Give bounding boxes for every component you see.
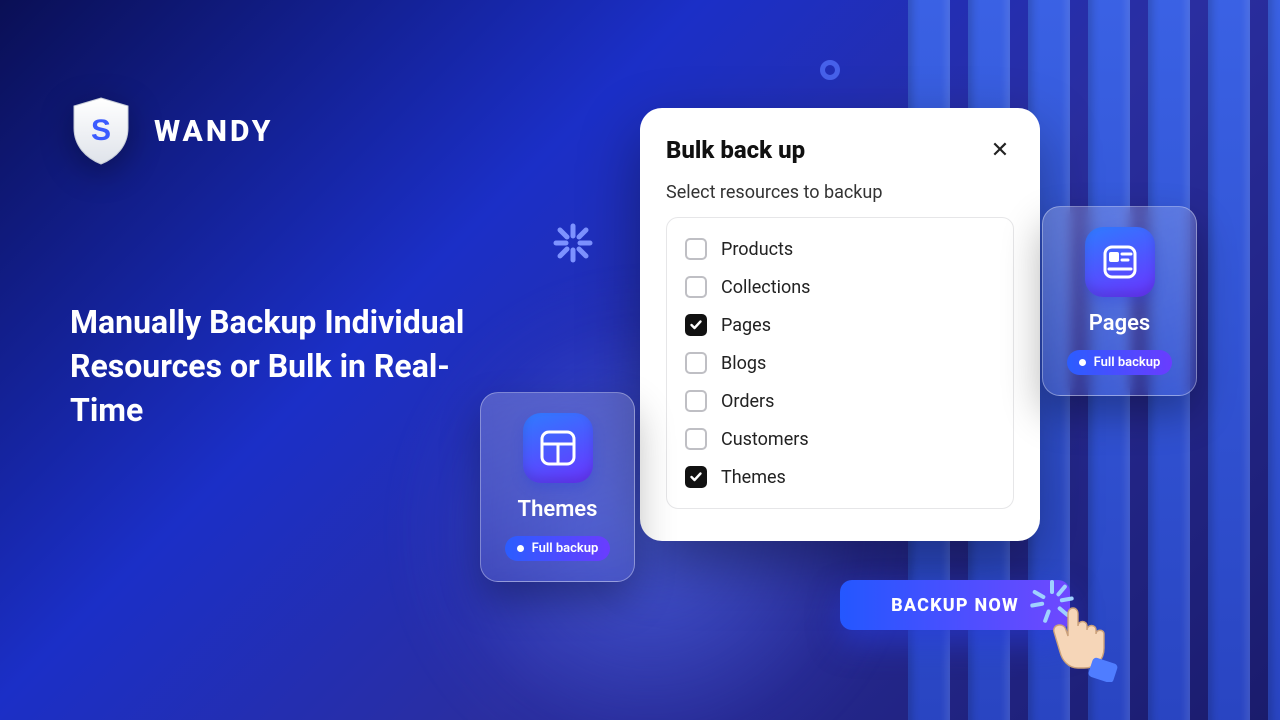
checkbox-icon[interactable] [685,390,707,412]
resource-label: Products [721,239,793,260]
resource-row-products[interactable]: Products [681,230,999,268]
resource-label: Collections [721,277,810,298]
checkbox-checked-icon[interactable] [685,314,707,336]
resource-label: Pages [721,315,771,336]
dot-icon [517,545,524,552]
themes-badge-label: Full backup [532,541,599,556]
checkbox-icon[interactable] [685,428,707,450]
themes-icon [523,413,593,483]
resource-list: Products Collections Pages Blogs Orders Custo… [666,217,1014,509]
themes-card[interactable]: Themes Full backup [480,392,635,582]
bulk-backup-modal: Bulk back up ✕ Select resources to backu… [640,108,1040,541]
backup-now-label: BACKUP NOW [891,595,1019,616]
checkbox-icon[interactable] [685,352,707,374]
themes-badge: Full backup [505,536,611,561]
resource-label: Orders [721,391,774,412]
close-button[interactable]: ✕ [986,136,1014,164]
resource-row-orders[interactable]: Orders [681,382,999,420]
headline: Manually Backup Individual Resources or … [70,300,490,432]
resource-row-themes[interactable]: Themes [681,458,999,496]
pages-icon [1085,227,1155,297]
dot-icon [1079,359,1086,366]
checkbox-icon[interactable] [685,276,707,298]
brand-logo: S WANDY [70,96,273,166]
shield-icon: S [70,96,132,166]
resource-label: Customers [721,429,809,450]
pages-card[interactable]: Pages Full backup [1042,206,1197,396]
themes-card-title: Themes [518,497,598,522]
spark-icon [552,222,594,264]
resource-row-customers[interactable]: Customers [681,420,999,458]
modal-subtitle: Select resources to backup [666,182,1014,203]
pages-card-title: Pages [1089,311,1150,336]
pages-badge: Full backup [1067,350,1173,375]
resource-label: Blogs [721,353,766,374]
resource-label: Themes [721,467,786,488]
backup-now-button[interactable]: BACKUP NOW [840,580,1070,630]
resource-row-collections[interactable]: Collections [681,268,999,306]
resource-row-blogs[interactable]: Blogs [681,344,999,382]
svg-text:S: S [91,114,111,147]
checkbox-checked-icon[interactable] [685,466,707,488]
pages-badge-label: Full backup [1094,355,1161,370]
checkbox-icon[interactable] [685,238,707,260]
ring-icon [820,60,840,80]
brand-name: WANDY [154,114,273,149]
resource-row-pages[interactable]: Pages [681,306,999,344]
modal-title: Bulk back up [666,136,805,164]
